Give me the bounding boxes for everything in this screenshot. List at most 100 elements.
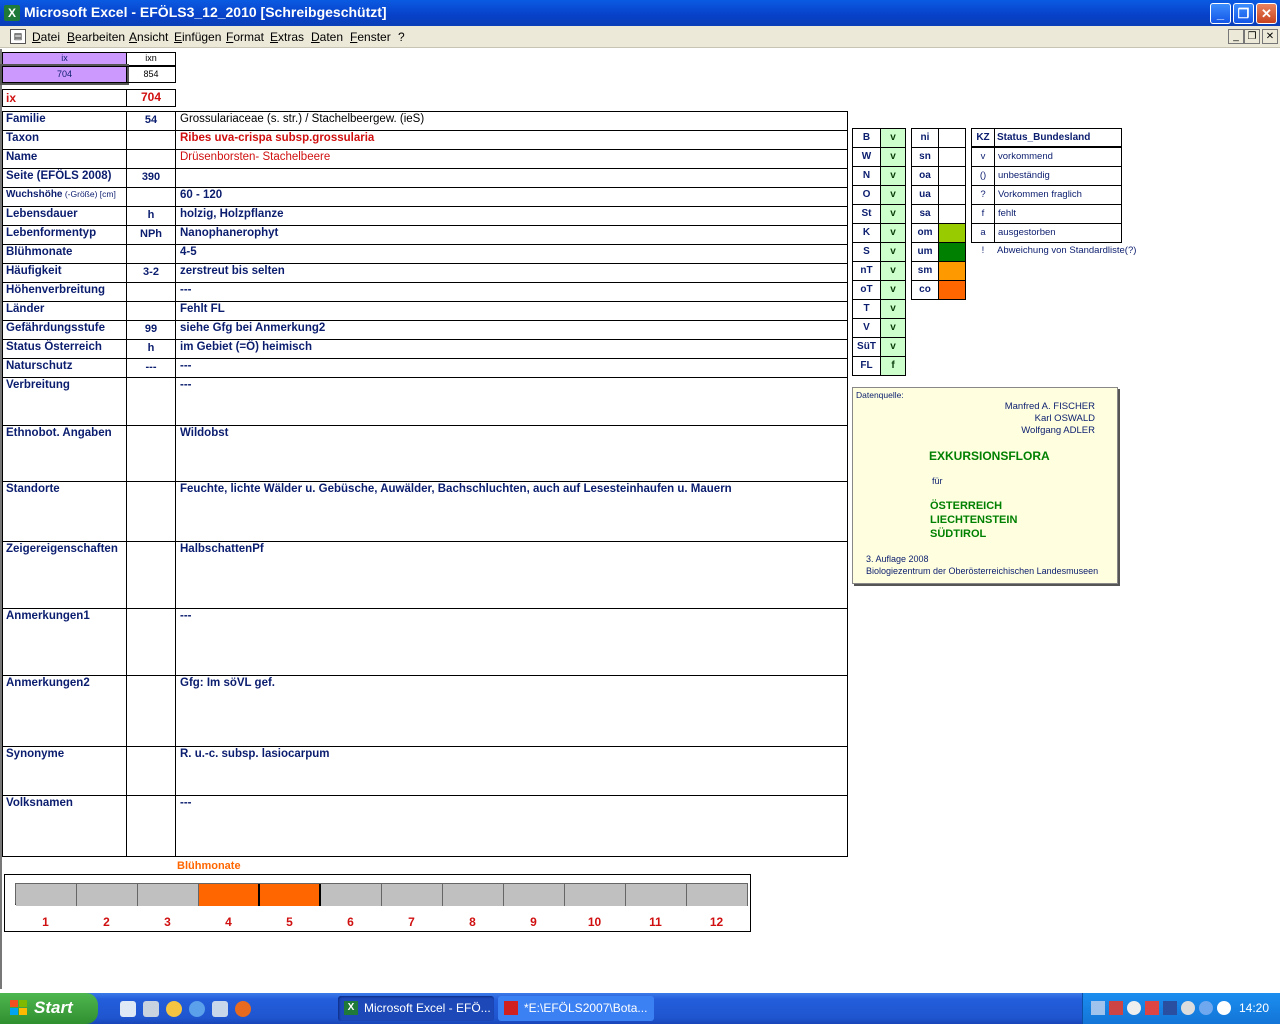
row-value[interactable]: Grossulariaceae (s. str.) / Stachelbeerg… [175,111,848,131]
state-value[interactable]: v [880,128,906,148]
row-value[interactable]: Nanophanerophyt [175,225,848,245]
show-desktop-icon[interactable] [120,1001,136,1017]
workbook-icon[interactable]: ▤ [10,29,26,44]
row-code[interactable] [126,608,176,676]
row-value[interactable]: R. u.-c. subsp. lasiocarpum [175,746,848,796]
bloom-month-number: 3 [164,915,171,929]
state-value[interactable]: v [880,204,906,224]
row-code[interactable] [126,425,176,482]
row-code[interactable] [126,795,176,857]
state-value[interactable]: v [880,318,906,338]
ixn-value-cell[interactable]: 854 [126,66,176,83]
state-value[interactable]: f [880,356,906,376]
row-label: Höhenverbreitung [2,282,127,302]
state-value[interactable]: v [880,185,906,205]
row-value[interactable] [175,168,848,188]
menu-datei[interactable]: Datei [32,30,60,44]
row-code[interactable] [126,187,176,207]
row-value[interactable]: im Gebiet (=Ö) heimisch [175,339,848,359]
source-country-1: ÖSTERREICH [930,500,1003,512]
row-value[interactable]: Wildobst [175,425,848,482]
excel-app-icon[interactable]: X [4,5,20,21]
firefox-icon[interactable] [235,1001,251,1017]
state-value[interactable]: v [880,261,906,281]
workbook-minimize-button[interactable]: _ [1228,29,1244,44]
menu-daten[interactable]: Daten [311,30,343,44]
menu-einfuegen[interactable]: Einfügen [174,30,221,44]
menu-help[interactable]: ? [398,30,405,44]
row-value[interactable]: Gfg: Im söVL gef. [175,675,848,747]
close-button[interactable]: ✕ [1256,3,1277,24]
restore-button[interactable]: ❐ [1233,3,1254,24]
outlook-icon[interactable] [212,1001,228,1017]
row-code[interactable] [126,301,176,321]
antivirus-icon[interactable] [1145,1001,1159,1015]
state-code: oT [852,280,881,300]
minimize-button[interactable]: _ [1210,3,1231,24]
media-player-icon[interactable] [166,1001,182,1017]
taskbar-excel-button[interactable]: X Microsoft Excel - EFÖ... [338,996,494,1021]
row-value[interactable]: 60 - 120 [175,187,848,207]
menu-format[interactable]: Format [226,30,264,44]
row-code[interactable] [126,746,176,796]
row-value[interactable]: --- [175,608,848,676]
workbook-close-button[interactable]: ✕ [1262,29,1278,44]
state-value[interactable]: v [880,147,906,167]
row-value[interactable]: holzig, Holzpflanze [175,206,848,226]
row-value[interactable]: Fehlt FL [175,301,848,321]
ix-main-value[interactable]: 704 [126,89,176,107]
row-code[interactable] [126,149,176,169]
menu-bearbeiten[interactable]: Bearbeiten [67,30,125,44]
state-value[interactable]: v [880,299,906,319]
security-alert-icon[interactable] [1109,1001,1123,1015]
shield-icon[interactable] [1163,1001,1177,1015]
row-code[interactable]: 99 [126,320,176,340]
row-code[interactable]: NPh [126,225,176,245]
language-icon[interactable] [1217,1001,1231,1015]
row-code[interactable] [126,130,176,150]
menu-extras[interactable]: Extras [270,30,304,44]
state-value[interactable]: v [880,166,906,186]
explorer-icon[interactable] [143,1001,159,1017]
state-value[interactable]: v [880,242,906,262]
menu-ansicht[interactable]: Ansicht [129,30,168,44]
taskbar-explorer-button[interactable]: *E:\EFÖLS2007\Bota... [498,996,654,1021]
row-code[interactable]: 3-2 [126,263,176,283]
row-value[interactable]: --- [175,377,848,426]
row-code[interactable] [126,481,176,542]
state-value[interactable]: v [880,337,906,357]
row-label: Anmerkungen1 [2,608,127,676]
row-value[interactable]: 4-5 [175,244,848,264]
internet-explorer-icon[interactable] [189,1001,205,1017]
row-code[interactable]: 390 [126,168,176,188]
info-icon[interactable] [1199,1001,1213,1015]
clock[interactable]: 14:20 [1239,1001,1269,1015]
row-value[interactable]: Drüsenborsten- Stachelbeere [175,149,848,169]
update-icon[interactable] [1181,1001,1195,1015]
row-value[interactable]: siehe Gfg bei Anmerkung2 [175,320,848,340]
row-value[interactable]: --- [175,358,848,378]
row-code[interactable] [126,282,176,302]
row-value[interactable]: HalbschattenPf [175,541,848,609]
row-value[interactable]: Ribes uva-crispa subsp.grossularia [175,130,848,150]
state-value[interactable]: v [880,223,906,243]
row-value[interactable]: Feuchte, lichte Wälder u. Gebüsche, Auwä… [175,481,848,542]
ix-value-cell[interactable]: 704 [0,64,129,85]
row-code[interactable] [126,541,176,609]
row-code[interactable]: h [126,206,176,226]
row-value[interactable]: --- [175,795,848,857]
row-code[interactable] [126,675,176,747]
menu-fenster[interactable]: Fenster [350,30,391,44]
row-code[interactable] [126,377,176,426]
network-icon[interactable] [1091,1001,1105,1015]
row-value[interactable]: --- [175,282,848,302]
search-icon[interactable] [1127,1001,1141,1015]
row-code[interactable] [126,244,176,264]
state-value[interactable]: v [880,280,906,300]
row-code[interactable]: --- [126,358,176,378]
row-code[interactable]: h [126,339,176,359]
workbook-restore-button[interactable]: ❐ [1244,29,1260,44]
row-code[interactable]: 54 [126,111,176,131]
start-button[interactable]: Start [0,993,98,1024]
row-value[interactable]: zerstreut bis selten [175,263,848,283]
